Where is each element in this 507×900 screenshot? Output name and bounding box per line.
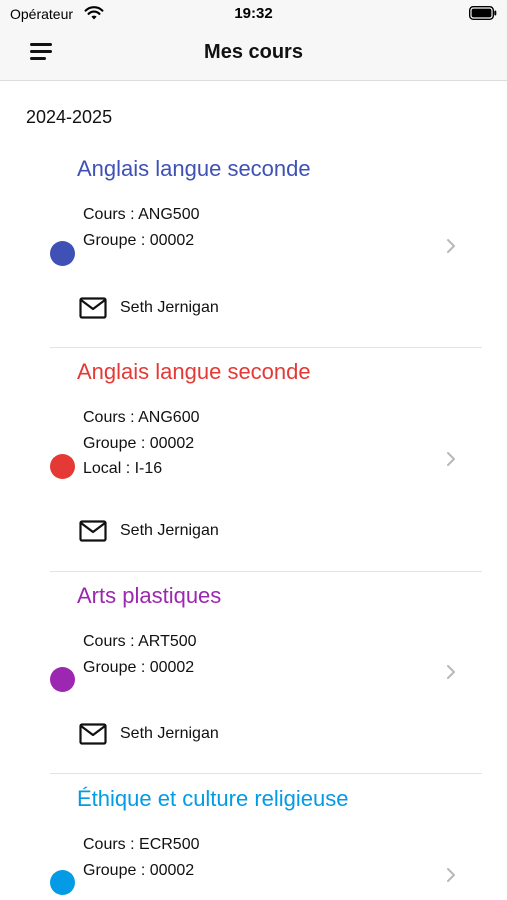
divider (50, 773, 482, 774)
teacher-name: Seth Jernigan (120, 299, 219, 316)
course-color-dot (50, 667, 75, 692)
course-item[interactable]: Arts plastiques Cours : ART500 Groupe : … (50, 583, 482, 774)
course-details: Cours : ECR500 Groupe : 00002 (83, 832, 200, 883)
mail-icon (79, 297, 107, 319)
course-item[interactable]: Anglais langue seconde Cours : ANG500 Gr… (50, 156, 482, 348)
course-group: Groupe : 00002 (83, 231, 195, 249)
teacher-contact[interactable]: Seth Jernigan (79, 297, 279, 321)
course-color-dot (50, 454, 75, 479)
mail-icon (79, 520, 107, 542)
chevron-right-icon (447, 239, 455, 253)
chevron-right-icon (447, 665, 455, 679)
course-code: Cours : ANG600 (83, 409, 200, 426)
course-group: Groupe : 00002 (83, 861, 195, 879)
teacher-name: Seth Jernigan (120, 725, 219, 742)
course-color-dot (50, 241, 75, 266)
chevron-right-icon (447, 452, 455, 466)
divider (50, 571, 482, 572)
navigation-bar: Mes cours (0, 28, 507, 81)
course-code: Cours : ECR500 (83, 836, 200, 853)
course-details: Cours : ANG600 Groupe : 00002 Local : I-… (83, 405, 200, 482)
course-item[interactable]: Éthique et culture religieuse Cours : EC… (50, 786, 482, 900)
mail-icon (79, 723, 107, 745)
battery-icon (469, 6, 497, 20)
course-group: Groupe : 00002 (83, 434, 195, 452)
course-color-dot (50, 870, 75, 895)
teacher-name: Seth Jernigan (120, 522, 219, 539)
course-code: Cours : ANG500 (83, 206, 200, 223)
course-name: Anglais langue seconde (77, 156, 311, 181)
course-name: Anglais langue seconde (77, 359, 311, 384)
divider (50, 347, 482, 348)
teacher-contact[interactable]: Seth Jernigan (79, 520, 279, 544)
course-details: Cours : ANG500 Groupe : 00002 (83, 202, 200, 253)
chevron-right-icon (447, 868, 455, 882)
course-details: Cours : ART500 Groupe : 00002 (83, 629, 197, 680)
course-code: Cours : ART500 (83, 633, 197, 650)
course-local: Local : I-16 (83, 460, 163, 477)
course-name: Éthique et culture religieuse (77, 786, 349, 811)
course-group: Groupe : 00002 (83, 658, 195, 676)
course-name: Arts plastiques (77, 583, 222, 608)
clock: 19:32 (234, 5, 273, 22)
teacher-contact[interactable]: Seth Jernigan (79, 723, 279, 747)
school-year-header: 2024-2025 (26, 107, 113, 127)
status-bar: Opérateur 19:32 (0, 0, 507, 28)
course-item[interactable]: Anglais langue seconde Cours : ANG600 Gr… (50, 359, 482, 572)
page-title: Mes cours (204, 41, 303, 63)
